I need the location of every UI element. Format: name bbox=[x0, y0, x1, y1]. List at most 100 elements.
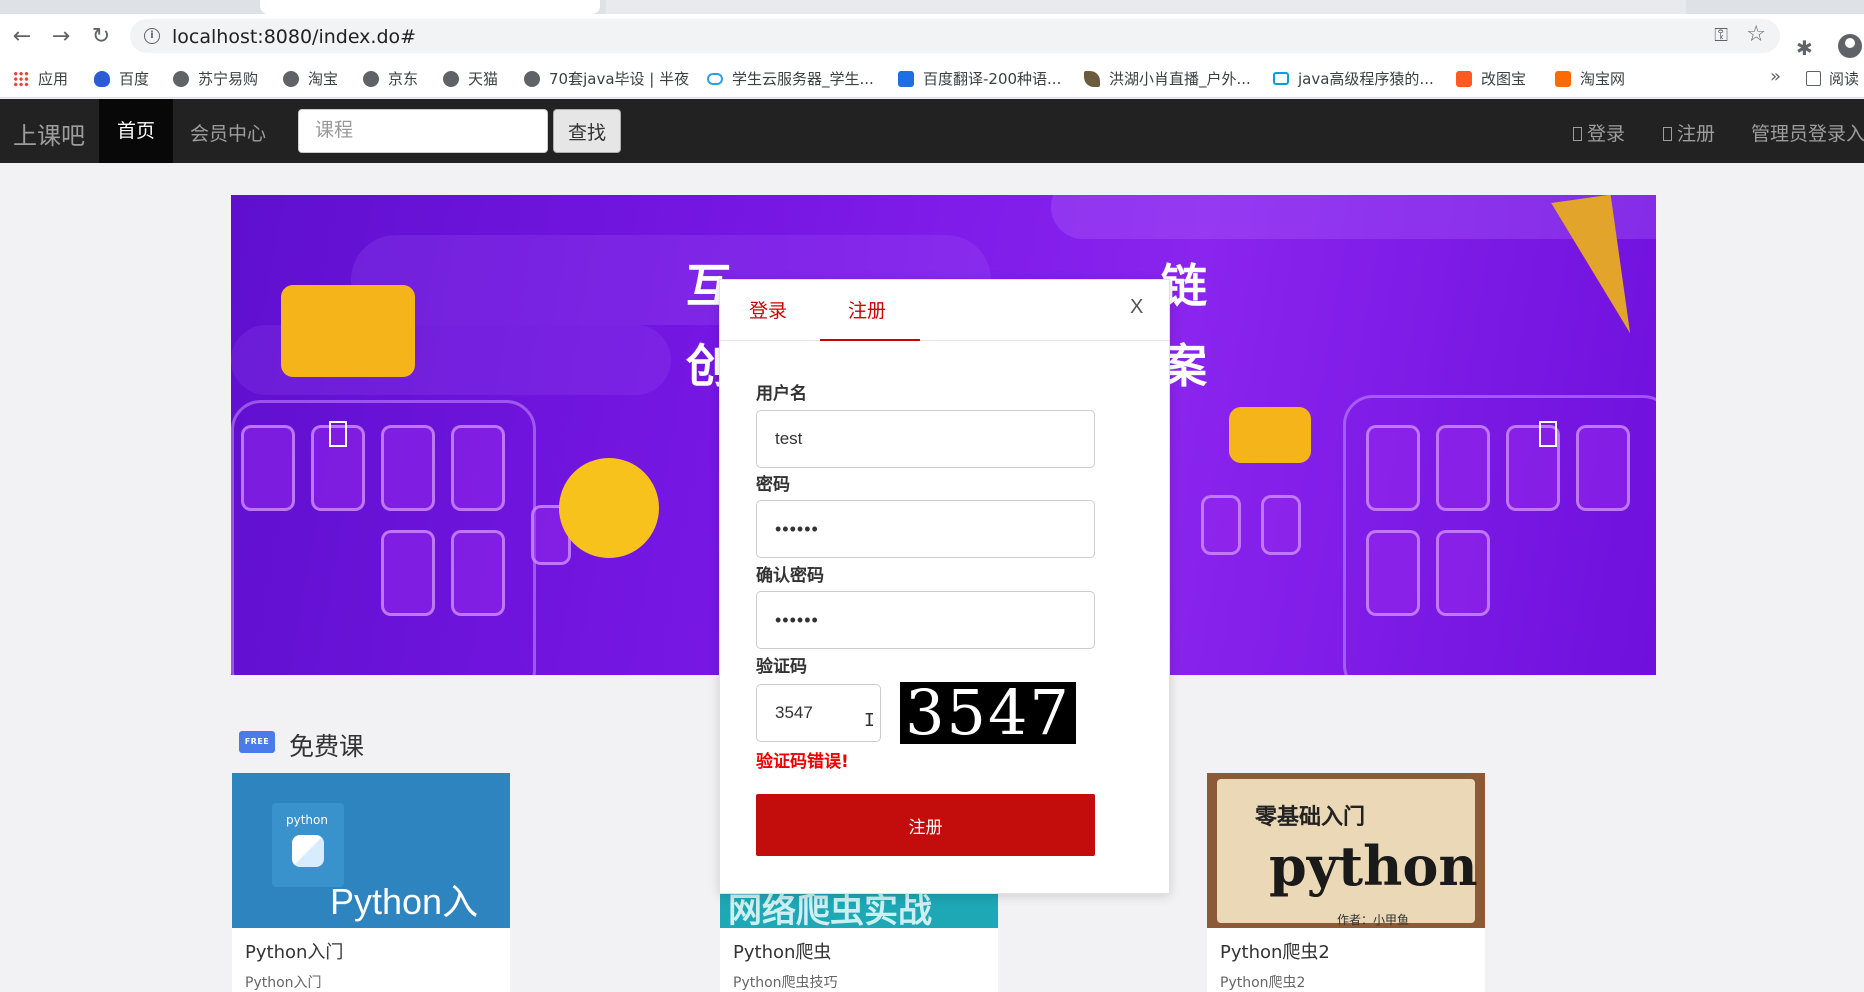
bookmark-gaitubao[interactable]: 改图宝 bbox=[1456, 68, 1526, 89]
password-key-icon[interactable]: ⚿ bbox=[1714, 25, 1728, 46]
globe-icon bbox=[443, 70, 459, 87]
nav-admin-login[interactable]: 管理员登录入口 bbox=[1751, 119, 1864, 146]
bookmark-java-projects[interactable]: 70套java毕设 | 半夜 bbox=[524, 68, 689, 89]
reload-icon[interactable]: ↻ bbox=[87, 22, 115, 50]
register-icon bbox=[1663, 127, 1672, 141]
banner-window bbox=[1261, 495, 1301, 555]
cloud-icon bbox=[707, 72, 723, 85]
search-button[interactable]: 查找 bbox=[553, 109, 621, 153]
course-thumbnail[interactable]: 零基础入门 python 作者：小甲鱼 bbox=[1207, 773, 1485, 928]
browser-toolbar: ← → ↻ i localhost:8080/index.do# ⚿ ☆ ✱ bbox=[0, 14, 1864, 60]
bookmark-star-icon[interactable]: ☆ bbox=[1746, 22, 1766, 47]
taobao-icon bbox=[1555, 70, 1571, 87]
bookmarks-bar: 应用 百度 苏宁易购 淘宝 京东 天猫 70套java毕设 | 半夜 学生云服务… bbox=[0, 58, 1864, 98]
next-slide-icon[interactable] bbox=[1539, 421, 1557, 447]
captcha-input[interactable] bbox=[756, 684, 881, 742]
banner-window bbox=[1201, 495, 1241, 555]
bookmark-live[interactable]: 洪湖小肖直播_户外... bbox=[1084, 68, 1251, 89]
user-icon bbox=[1573, 127, 1582, 141]
extensions-puzzle-icon[interactable]: ✱ bbox=[1796, 36, 1813, 60]
confirm-password-label: 确认密码 bbox=[756, 566, 824, 586]
profile-avatar-icon[interactable] bbox=[1838, 34, 1862, 58]
site-info-icon[interactable]: i bbox=[144, 28, 160, 44]
banner-window bbox=[1366, 425, 1420, 511]
globe-icon bbox=[524, 70, 540, 87]
close-button[interactable]: X bbox=[1130, 296, 1143, 319]
captcha-image[interactable]: 3547 bbox=[900, 682, 1076, 744]
thumbnail-line-2: python bbox=[1269, 834, 1478, 898]
register-submit-button[interactable]: 注册 bbox=[756, 794, 1095, 856]
bookmark-student-cloud[interactable]: 学生云服务器_学生... bbox=[707, 68, 874, 89]
course-title[interactable]: Python入门 bbox=[245, 938, 343, 964]
tab-login[interactable]: 登录 bbox=[749, 296, 787, 323]
bookmark-apps[interactable]: 应用 bbox=[13, 68, 68, 89]
browser-tab-active[interactable] bbox=[260, 0, 600, 14]
thumbnail-line-3: 作者：小甲鱼 bbox=[1337, 913, 1410, 927]
apps-grid-icon bbox=[13, 70, 29, 87]
course-desc: Python入门 bbox=[245, 975, 322, 991]
server-sun-icon bbox=[559, 458, 659, 558]
bookmark-tmall[interactable]: 天猫 bbox=[443, 68, 498, 89]
nav-register[interactable]: 注册 bbox=[1663, 119, 1715, 146]
forward-arrow-icon[interactable]: → bbox=[47, 22, 75, 50]
bilibili-tv-icon bbox=[1273, 72, 1289, 85]
thumbnail-line-1: 零基础入门 bbox=[1255, 805, 1366, 830]
text-cursor-icon: I bbox=[864, 710, 875, 731]
baidu-paw-icon bbox=[94, 70, 110, 87]
browser-tab-inactive[interactable] bbox=[606, 0, 1686, 14]
bookmarks-overflow-button[interactable]: » bbox=[1770, 66, 1781, 87]
modal-tabs: 登录 注册 X bbox=[720, 280, 1169, 341]
nav-home[interactable]: 首页 bbox=[99, 99, 173, 163]
globe-icon bbox=[363, 70, 379, 87]
site-navbar: 上课吧 首页 会员中心 查找 登录 注册 管理员登录入口 bbox=[0, 99, 1864, 163]
banner-window bbox=[381, 530, 435, 616]
browser-tabstrip bbox=[0, 0, 1864, 14]
tab-register[interactable]: 注册 bbox=[848, 296, 886, 323]
python-snake-icon bbox=[292, 835, 324, 867]
paper-plane-icon bbox=[1481, 195, 1631, 352]
bookmark-suning[interactable]: 苏宁易购 bbox=[173, 68, 258, 89]
banner-window bbox=[1436, 530, 1490, 616]
course-card[interactable]: 零基础入门 python 作者：小甲鱼 Python爬虫2 Python爬虫2 bbox=[1207, 773, 1485, 992]
banner-window bbox=[1436, 425, 1490, 511]
banner-window bbox=[1576, 425, 1630, 511]
bookmark-taobao-net[interactable]: 淘宝网 bbox=[1555, 68, 1625, 89]
bookmark-bilibili[interactable]: java高级程序猿的... bbox=[1273, 68, 1434, 89]
bookmark-taobao[interactable]: 淘宝 bbox=[283, 68, 338, 89]
auth-modal: 登录 注册 X 用户名 密码 确认密码 验证码 I 3547 验证码错误! 注册 bbox=[719, 279, 1170, 894]
reading-list-button[interactable]: 阅读 bbox=[1806, 68, 1859, 89]
address-url[interactable]: localhost:8080/index.do# bbox=[172, 26, 416, 48]
prev-slide-icon[interactable] bbox=[329, 421, 347, 447]
banner-window bbox=[451, 530, 505, 616]
banner-window bbox=[451, 425, 505, 511]
globe-icon bbox=[283, 70, 299, 87]
course-title[interactable]: Python爬虫2 bbox=[1220, 938, 1330, 964]
course-thumbnail[interactable]: python Python入门 bbox=[232, 773, 510, 928]
bookmark-jd[interactable]: 京东 bbox=[363, 68, 418, 89]
monitor-bubble-icon bbox=[281, 285, 415, 377]
username-field[interactable] bbox=[756, 410, 1095, 468]
translate-icon bbox=[898, 70, 914, 87]
address-bar[interactable]: i localhost:8080/index.do# ⚿ ☆ bbox=[130, 19, 1780, 53]
banner-window bbox=[241, 425, 295, 511]
course-title[interactable]: Python爬虫 bbox=[733, 938, 831, 964]
thumbnail-caption: Python入门 bbox=[330, 881, 479, 922]
username-label: 用户名 bbox=[756, 384, 807, 404]
nav-login[interactable]: 登录 bbox=[1573, 119, 1625, 146]
password-field[interactable] bbox=[756, 500, 1095, 558]
course-desc: Python爬虫技巧 bbox=[733, 975, 838, 991]
captcha-label: 验证码 bbox=[756, 657, 807, 677]
confirm-password-field[interactable] bbox=[756, 591, 1095, 649]
site-brand[interactable]: 上课吧 bbox=[13, 116, 85, 151]
back-arrow-icon[interactable]: ← bbox=[8, 22, 36, 50]
bookmark-baidu-translate[interactable]: 百度翻译-200种语... bbox=[898, 68, 1061, 89]
free-courses-title: 免费课 bbox=[289, 732, 365, 761]
course-desc: Python爬虫2 bbox=[1220, 975, 1306, 991]
course-search-input[interactable] bbox=[298, 109, 548, 153]
course-card[interactable]: python Python入门 Python入门 Python入门 bbox=[232, 773, 510, 992]
captcha-error-message: 验证码错误! bbox=[756, 752, 849, 772]
active-tab-indicator bbox=[820, 339, 920, 341]
bookmark-baidu[interactable]: 百度 bbox=[94, 68, 149, 89]
nav-member-center[interactable]: 会员中心 bbox=[190, 119, 266, 146]
banner-window bbox=[381, 425, 435, 511]
